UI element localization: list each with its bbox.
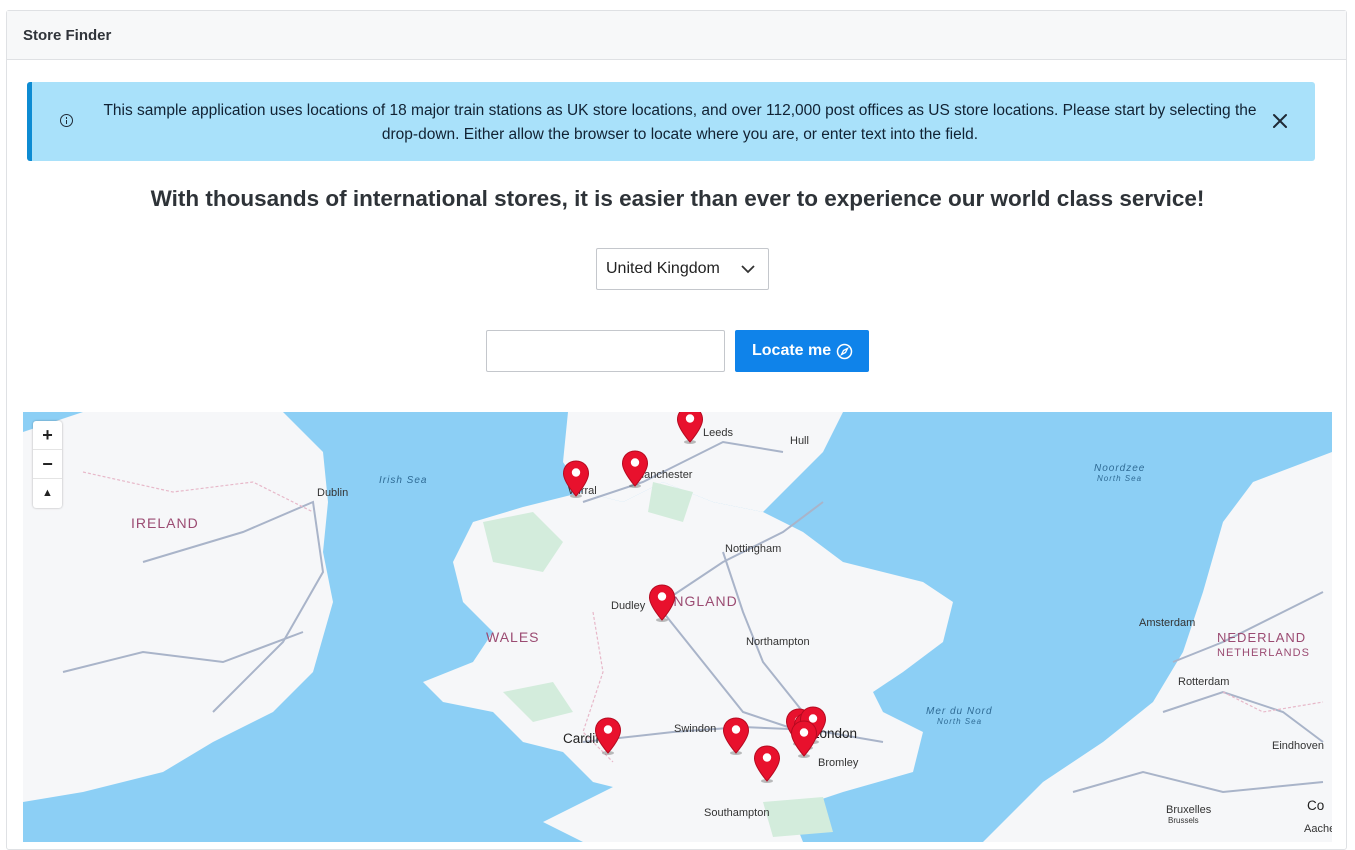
map-label-nottingham: Nottingham [725, 543, 782, 555]
map-label-hull: Hull [790, 435, 809, 447]
location-search-input[interactable] [486, 330, 725, 372]
map-label-leeds: Leeds [703, 427, 733, 439]
country-select-value: United Kingdom [606, 260, 720, 277]
map-label-rotterdam: Rotterdam [1178, 676, 1230, 688]
map-label-nederland: NEDERLAND [1217, 630, 1307, 645]
map-label-mer-du-nord: Mer du Nord [926, 706, 993, 717]
compass-icon [836, 343, 853, 360]
map-label-irish-sea: Irish Sea [379, 475, 428, 486]
map-label-bromley: Bromley [818, 757, 859, 769]
map-label-dudley: Dudley [611, 600, 646, 612]
map-label-swindon: Swindon [674, 723, 717, 735]
store-location-pin[interactable] [676, 412, 704, 444]
map-label-northampton: Northampton [746, 636, 810, 648]
zoom-control: + − ▲ [33, 421, 62, 508]
map-label-north-sea: North Sea [1097, 474, 1143, 483]
map-label-ireland: IRELAND [131, 515, 199, 531]
locate-me-button[interactable]: Locate me [735, 330, 869, 372]
zoom-out-button[interactable]: − [33, 450, 62, 479]
map-label-aachen: Aachen [1304, 823, 1332, 835]
store-location-pin[interactable] [562, 460, 590, 498]
map-label-wales: WALES [486, 629, 540, 645]
store-location-pin[interactable] [722, 717, 750, 755]
store-location-pin[interactable] [594, 717, 622, 755]
store-location-pin[interactable] [648, 584, 676, 622]
alert-text: This sample application uses locations o… [103, 102, 1257, 143]
map-label-north-sea-2: North Sea [937, 717, 983, 726]
country-select[interactable]: United Kingdom [596, 248, 769, 290]
card-header: Store Finder [7, 11, 1346, 60]
map-label-noordzee: Noordzee [1094, 463, 1146, 474]
page-headline: With thousands of international stores, … [150, 186, 1205, 211]
map-label-brussels: Brussels [1168, 816, 1199, 825]
reset-bearing-button[interactable]: ▲ [33, 479, 62, 508]
map-label-eindhoven: Eindhoven [1272, 740, 1324, 752]
info-icon [60, 114, 73, 127]
store-location-pin[interactable] [621, 450, 649, 488]
close-icon[interactable] [1271, 112, 1289, 130]
map-label-co: Co [1307, 798, 1325, 813]
map-label-southampton: Southampton [704, 807, 770, 819]
chevron-down-icon [741, 265, 755, 274]
locate-me-label: Locate me [752, 342, 832, 359]
store-map[interactable]: + − ▲ Dublin IRELAND Irish Sea Leeds Hul… [23, 412, 1332, 842]
map-label-dublin: Dublin [317, 487, 349, 499]
store-location-pin[interactable] [753, 745, 781, 783]
store-location-pin[interactable] [790, 720, 818, 758]
info-alert: This sample application uses locations o… [27, 82, 1315, 161]
map-label-netherlands: NETHERLANDS [1217, 647, 1310, 659]
zoom-in-button[interactable]: + [33, 421, 62, 450]
map-label-bruxelles: Bruxelles [1166, 804, 1212, 816]
map-label-amsterdam: Amsterdam [1139, 617, 1196, 629]
